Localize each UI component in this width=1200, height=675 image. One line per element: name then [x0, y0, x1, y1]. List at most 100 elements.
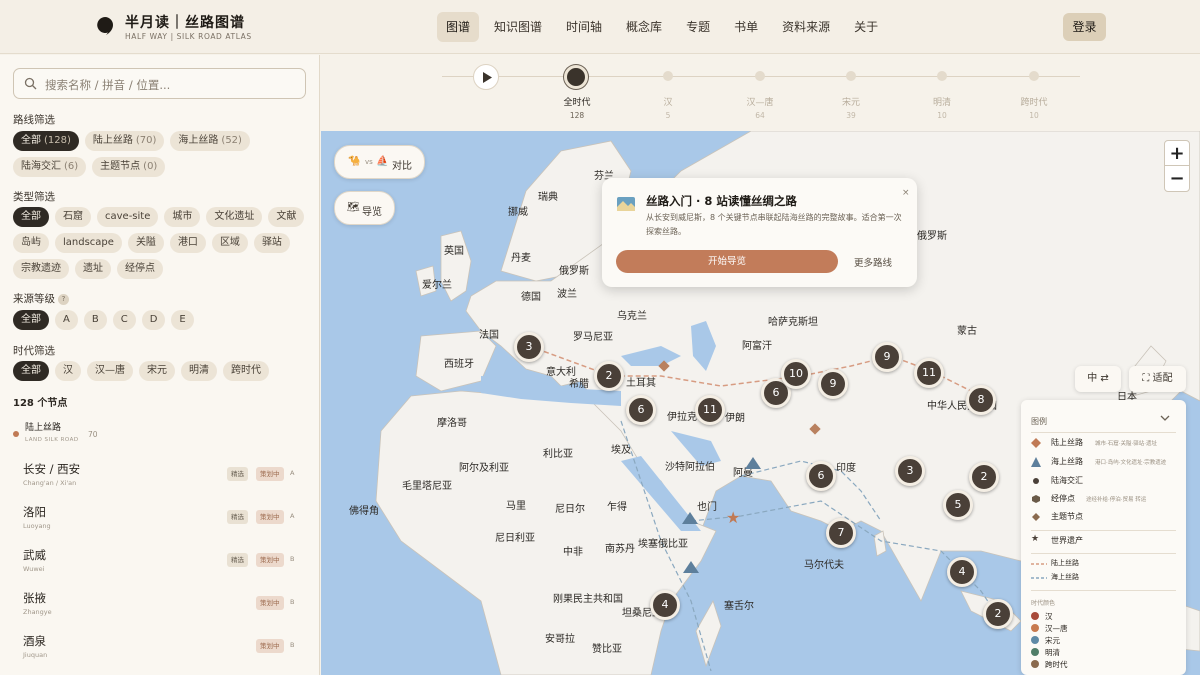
play-button[interactable] [473, 64, 499, 90]
route-chip-junction[interactable]: 陆海交汇 (6) [13, 157, 87, 177]
type-chip[interactable]: 遗址 [75, 259, 111, 279]
fit-view-button[interactable]: ⛶ 适配 [1129, 366, 1186, 392]
cluster-marker[interactable]: 3 [514, 332, 544, 362]
type-chip[interactable]: 文献 [268, 207, 305, 227]
timeline-point-all[interactable]: 全时代 128 [537, 55, 617, 131]
type-chip[interactable]: 经停点 [117, 259, 163, 279]
type-chip[interactable]: 驿站 [253, 233, 290, 253]
nav-sources[interactable]: 资料来源 [773, 12, 839, 42]
cluster-marker[interactable]: 8 [966, 385, 996, 415]
city-name: 武威 [23, 548, 46, 562]
era-chip[interactable]: 跨时代 [223, 361, 269, 381]
nav-timeline[interactable]: 时间轴 [557, 12, 611, 42]
search-input[interactable]: 搜索名称 / 拼音 / 位置... [13, 68, 306, 99]
help-icon[interactable]: ? [58, 294, 69, 305]
cluster-marker[interactable]: 7 [826, 518, 856, 548]
level-chip[interactable]: 全部 [13, 310, 49, 330]
nav-booklist[interactable]: 书单 [725, 12, 767, 42]
zoom-out-button[interactable]: − [1165, 166, 1189, 191]
route-chip-land[interactable]: 陆上丝路 (70) [84, 131, 165, 151]
level-chip[interactable]: B [83, 310, 107, 330]
timeline-point-han[interactable]: 汉 5 [628, 55, 708, 131]
cluster-marker[interactable]: 4 [947, 557, 977, 587]
cluster-marker[interactable]: 2 [594, 361, 624, 391]
type-chip[interactable]: 区域 [211, 233, 248, 253]
sea-route-marker[interactable] [745, 457, 761, 469]
cluster-marker[interactable]: 2 [983, 599, 1013, 629]
cluster-marker[interactable]: 2 [969, 462, 999, 492]
more-routes-link[interactable]: 更多路线 [854, 255, 892, 269]
type-chip[interactable]: 城市 [164, 207, 201, 227]
level-chip[interactable]: D [141, 310, 166, 330]
type-chip[interactable]: 文化遗址 [206, 207, 263, 227]
list-item[interactable]: 酒泉 Jiuquan 策划中 B [0, 629, 319, 669]
nav-about[interactable]: 关于 [845, 12, 887, 42]
type-chip[interactable]: 关隘 [127, 233, 164, 253]
timeline-label: 汉—唐 [746, 98, 774, 108]
type-chip[interactable]: 石窟 [55, 207, 91, 227]
type-filter-chips: 全部 石窟 cave-site 城市 文化遗址 文献 岛屿 landscape … [13, 207, 313, 279]
era-chip[interactable]: 汉 [55, 361, 81, 381]
sea-route-marker[interactable] [682, 512, 698, 524]
start-tour-button[interactable]: 开始导览 [616, 250, 838, 273]
list-item[interactable]: 武威 Wuwei 精选 策划中 B [0, 543, 319, 583]
ship-icon: ⛵ [376, 156, 389, 167]
era-chip[interactable]: 汉—唐 [87, 361, 133, 381]
nav-topics[interactable]: 专题 [677, 12, 719, 42]
level-chip[interactable]: E [171, 310, 194, 330]
map-label: 希腊 [569, 379, 589, 390]
type-chip[interactable]: 港口 [169, 233, 206, 253]
timeline-label: 跨时代 [1020, 98, 1048, 108]
route-chip-theme[interactable]: 主题节点 (0) [92, 157, 166, 177]
timeline-point-han-tang[interactable]: 汉—唐 64 [720, 55, 800, 131]
dashed-line-icon [1031, 577, 1047, 579]
sea-route-marker[interactable] [683, 561, 699, 573]
era-chip[interactable]: 明清 [181, 361, 217, 381]
close-icon[interactable]: × [902, 188, 910, 198]
sidebar: 搜索名称 / 拼音 / 位置... 路线筛选 全部 (128) 陆上丝路 (70) … [0, 55, 320, 675]
route-chip-sea[interactable]: 海上丝路 (52) [170, 131, 250, 151]
brand-subtitle: HALF WAY | SILK ROAD ATLAS [125, 32, 252, 41]
type-chip[interactable]: 岛屿 [13, 233, 49, 253]
tour-button[interactable]: 🗺 导览 [334, 191, 395, 225]
nav-knowledge-graph[interactable]: 知识图谱 [485, 12, 551, 42]
type-chip[interactable]: 宗教遗迹 [13, 259, 69, 279]
era-chip[interactable]: 宋元 [139, 361, 175, 381]
cluster-marker[interactable]: 6 [626, 395, 656, 425]
zoom-in-button[interactable]: + [1165, 141, 1189, 166]
type-chip[interactable]: landscape [55, 233, 122, 253]
cluster-marker[interactable]: 11 [695, 395, 725, 425]
list-item[interactable]: 洛阳 Luoyang 精选 策划中 A [0, 500, 319, 540]
login-button[interactable]: 登录 [1063, 13, 1106, 41]
cluster-marker[interactable]: 10 [781, 359, 811, 389]
nav-concepts[interactable]: 概念库 [617, 12, 671, 42]
cluster-marker[interactable]: 9 [872, 342, 902, 372]
compare-button[interactable]: 🐪 vs ⛵ 对比 [334, 145, 425, 179]
era-chip[interactable]: 全部 [13, 361, 49, 381]
level-chip[interactable]: C [112, 310, 136, 330]
list-item[interactable]: 张掖 Zhangye 策划中 B [0, 586, 319, 626]
cluster-marker[interactable]: 3 [895, 456, 925, 486]
language-toggle[interactable]: 中 ⇄ [1075, 366, 1121, 392]
map-label: 利比亚 [543, 449, 573, 460]
route-chip-all[interactable]: 全部 (128) [13, 131, 79, 151]
timeline-point-cross-era[interactable]: 跨时代 10 [994, 55, 1074, 131]
timeline-point-ming-qing[interactable]: 明清 10 [902, 55, 982, 131]
type-chip[interactable]: cave-site [97, 207, 159, 227]
chevron-down-icon[interactable] [1160, 414, 1170, 422]
cluster-marker[interactable]: 5 [943, 490, 973, 520]
list-item[interactable]: 长安 / 西安 Chang'an / Xi'an 精选 策划中 A [0, 457, 319, 497]
cluster-marker[interactable]: 4 [650, 590, 680, 620]
legend-label: 汉—唐 [1045, 624, 1068, 633]
type-chip[interactable]: 全部 [13, 207, 49, 227]
city-name: 张掖 [23, 591, 46, 605]
tour-description: 从长安到威尼斯，8 个关键节点串联起陆海丝路的完整故事。适合第一次探索丝路。 [646, 213, 902, 236]
heritage-star-icon[interactable]: ★ [726, 508, 740, 527]
timeline-dot [564, 65, 588, 89]
cluster-marker[interactable]: 9 [818, 369, 848, 399]
timeline-point-song-yuan[interactable]: 宋元 39 [811, 55, 891, 131]
cluster-marker[interactable]: 11 [914, 358, 944, 388]
nav-atlas[interactable]: 图谱 [437, 12, 480, 42]
cluster-marker[interactable]: 6 [806, 461, 836, 491]
level-chip[interactable]: A [55, 310, 78, 330]
